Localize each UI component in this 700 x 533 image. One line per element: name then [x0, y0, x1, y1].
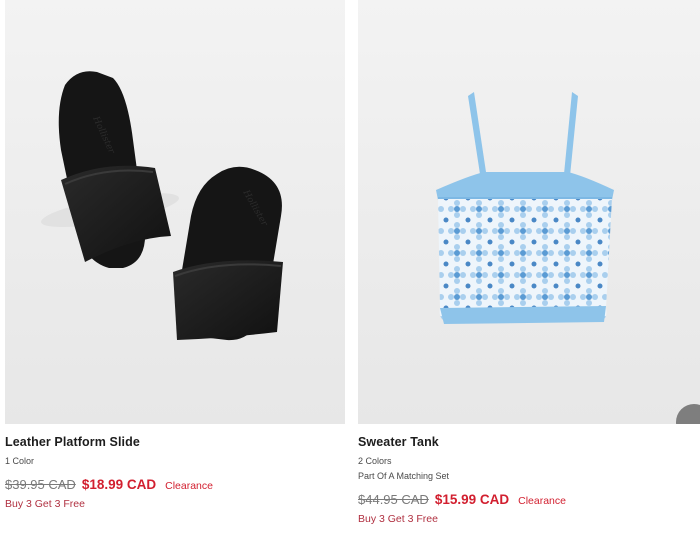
product-card-sweater-tank[interactable]: Sweater Tank 2 Colors Part Of A Matching…: [358, 0, 700, 525]
product-grid: Hollister Hollister Leather Platform Sli…: [0, 0, 700, 533]
sale-price: $15.99 CAD: [434, 492, 510, 507]
price-row: $39.95 CAD $18.99 CAD Clearance: [5, 477, 345, 492]
clearance-badge: Clearance: [518, 495, 566, 507]
sale-price: $18.99 CAD: [81, 477, 157, 492]
promo-text: Buy 3 Get 3 Free: [358, 513, 438, 525]
product-card-leather-platform-slide[interactable]: Hollister Hollister Leather Platform Sli…: [5, 0, 345, 510]
promo-text: Buy 3 Get 3 Free: [5, 498, 85, 510]
slide-sandals-image: Hollister Hollister: [41, 71, 283, 341]
product-image[interactable]: [358, 0, 700, 424]
original-price: $44.95 CAD: [358, 492, 429, 507]
product-image[interactable]: Hollister Hollister: [5, 0, 345, 424]
color-count: 2 Colors: [358, 456, 392, 466]
clearance-badge: Clearance: [165, 480, 213, 492]
product-name[interactable]: Leather Platform Slide: [5, 434, 345, 450]
product-name[interactable]: Sweater Tank: [358, 434, 700, 450]
matching-set-note: Part Of A Matching Set: [358, 471, 450, 481]
color-count: 1 Color: [5, 456, 35, 466]
sweater-tank-image: [436, 92, 614, 324]
price-row: $44.95 CAD $15.99 CAD Clearance: [358, 492, 700, 507]
original-price: $39.95 CAD: [5, 477, 76, 492]
